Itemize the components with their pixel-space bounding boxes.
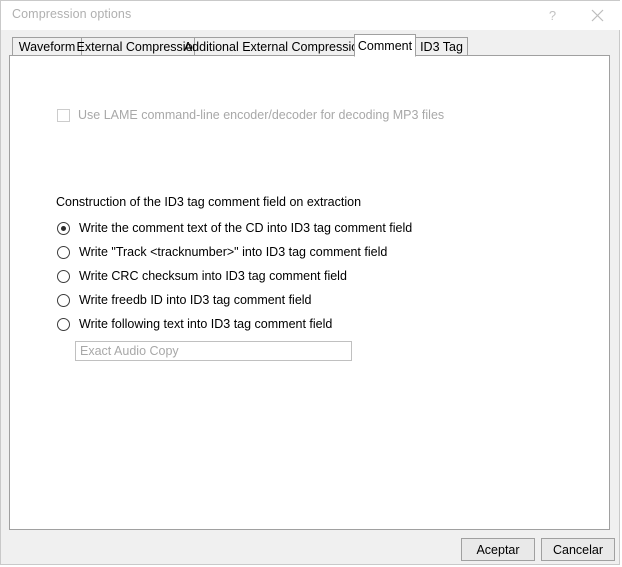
comment-tab-panel: Use LAME command-line encoder/decoder fo…	[9, 55, 610, 530]
tab-label: External Compression	[76, 39, 200, 54]
tab-label: Comment	[357, 38, 413, 53]
tab-external-compression[interactable]: External Compression	[77, 37, 199, 56]
construction-group-label: Construction of the ID3 tag comment fiel…	[56, 195, 362, 209]
radio-row-comment-text[interactable]: Write the comment text of the CD into ID…	[57, 221, 412, 235]
lame-checkbox-label: Use LAME command-line encoder/decoder fo…	[78, 108, 445, 122]
custom-comment-input[interactable]: Exact Audio Copy	[75, 341, 352, 361]
cancel-button-label: Cancelar	[552, 542, 604, 557]
radio-row-track-number[interactable]: Write "Track <tracknumber>" into ID3 tag…	[57, 245, 387, 259]
accept-button-label: Aceptar	[476, 542, 520, 557]
radio-comment-text[interactable]	[57, 221, 70, 235]
help-question-icon[interactable]: ?	[530, 1, 575, 30]
radio-label: Write freedb ID into ID3 tag comment fie…	[79, 293, 312, 307]
close-icon[interactable]	[575, 1, 620, 30]
accept-button[interactable]: Aceptar	[461, 538, 535, 561]
radio-label: Write the comment text of the CD into ID…	[79, 221, 413, 235]
radio-row-freedb-id[interactable]: Write freedb ID into ID3 tag comment fie…	[57, 293, 312, 307]
lame-checkbox-row[interactable]: Use LAME command-line encoder/decoder fo…	[57, 108, 444, 122]
tab-waveform[interactable]: Waveform	[12, 37, 82, 56]
tab-comment[interactable]: Comment	[354, 34, 416, 57]
tab-strip: Waveform External Compression Additional…	[9, 34, 613, 57]
radio-track-number[interactable]	[57, 245, 70, 259]
tab-additional-external-compression[interactable]: Additional External Compression	[184, 37, 365, 56]
tab-id3-tag[interactable]: ID3 Tag	[415, 37, 468, 56]
radio-row-crc-checksum[interactable]: Write CRC checksum into ID3 tag comment …	[57, 269, 347, 283]
cancel-button[interactable]: Cancelar	[541, 538, 615, 561]
compression-options-window: Compression options ? Waveform External …	[0, 0, 621, 565]
radio-label: Write following text into ID3 tag commen…	[79, 317, 333, 331]
help-glyph: ?	[548, 8, 557, 23]
lame-checkbox[interactable]	[57, 108, 70, 122]
radio-label: Write "Track <tracknumber>" into ID3 tag…	[79, 245, 388, 259]
radio-following-text[interactable]	[57, 317, 70, 331]
radio-crc-checksum[interactable]	[57, 269, 70, 283]
radio-label: Write CRC checksum into ID3 tag comment …	[79, 269, 347, 283]
tab-label: Waveform	[18, 39, 76, 54]
tab-label: Additional External Compression	[183, 39, 366, 54]
radio-freedb-id[interactable]	[57, 293, 70, 307]
radio-row-following-text[interactable]: Write following text into ID3 tag commen…	[57, 317, 332, 331]
title-bar: Compression options ?	[1, 1, 621, 30]
window-title: Compression options	[12, 7, 132, 21]
tab-label: ID3 Tag	[420, 39, 463, 54]
